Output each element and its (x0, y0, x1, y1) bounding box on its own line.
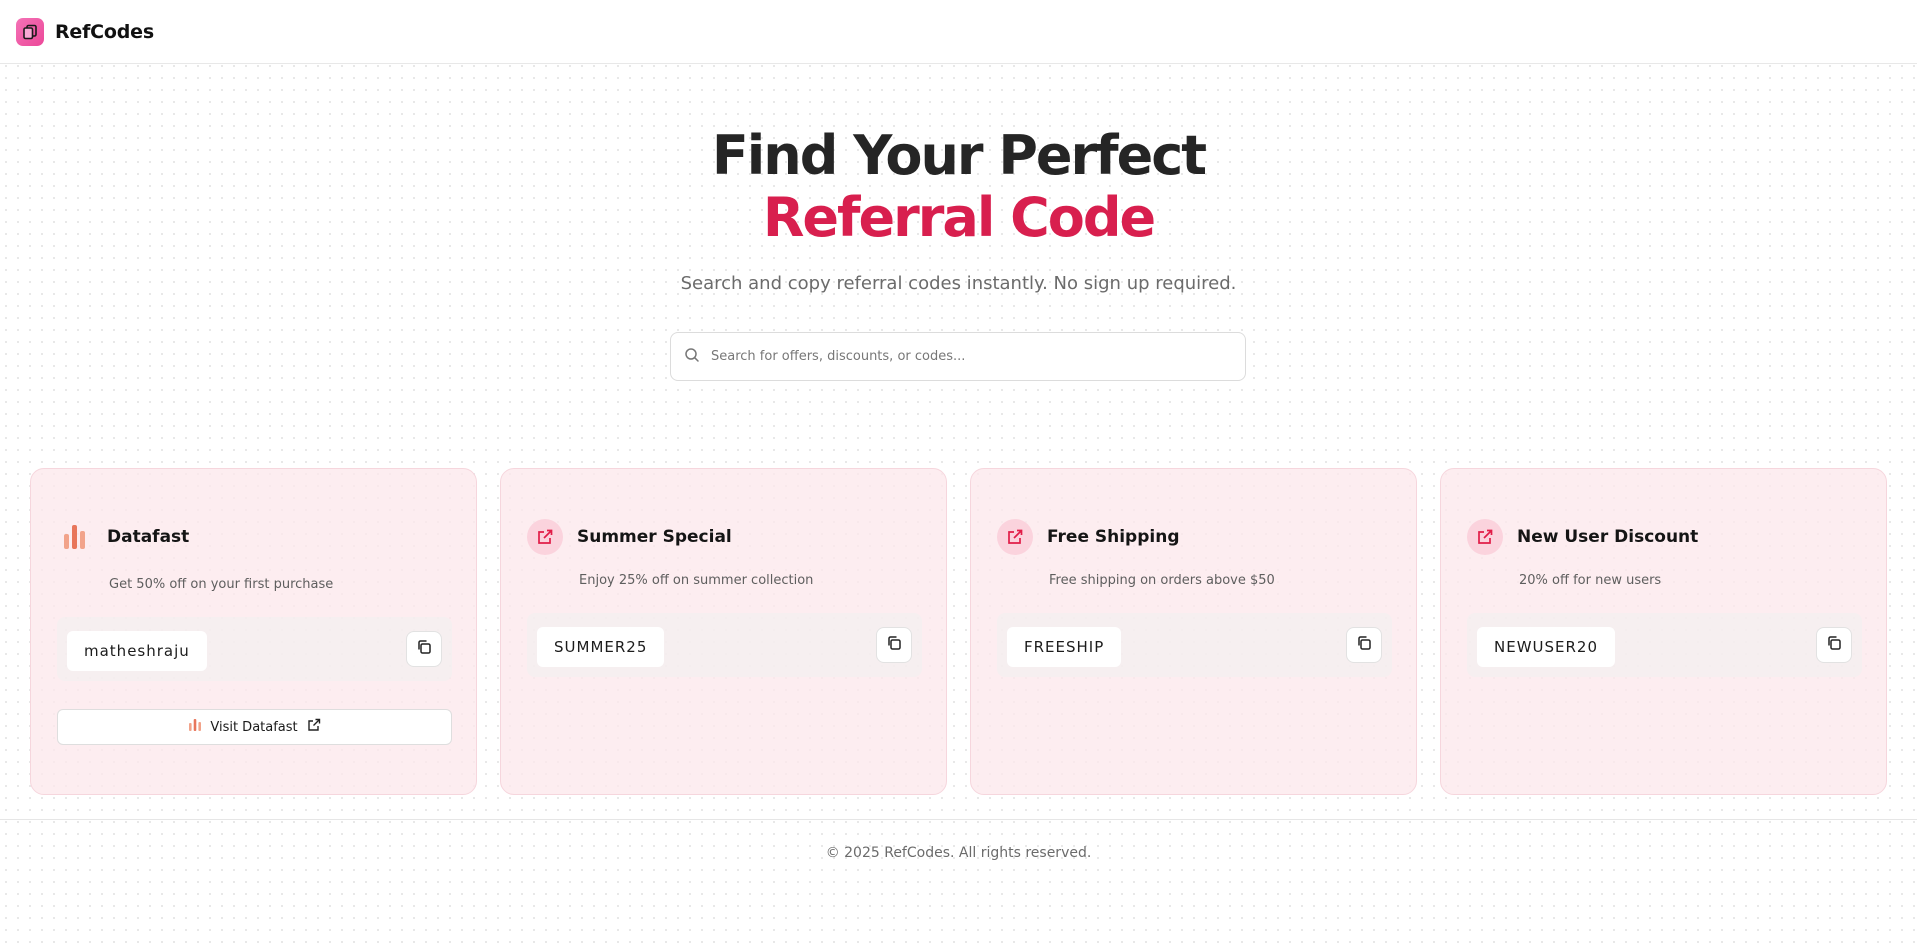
datafast-bars-icon (188, 718, 202, 736)
card-header: Datafast (57, 519, 189, 555)
external-link-icon (1467, 519, 1503, 555)
referral-card-datafast: Datafast Get 50% off on your first purch… (30, 468, 477, 795)
card-header: Free Shipping (997, 519, 1180, 555)
top-navbar: RefCodes (0, 0, 1917, 64)
card-header: New User Discount (1467, 519, 1698, 555)
copy-icon (1356, 635, 1372, 655)
card-description: Enjoy 25% off on summer collection (579, 573, 814, 588)
code-row: matheshraju (57, 617, 452, 681)
page-title: Find Your Perfect Referral Code (0, 125, 1917, 249)
brand-name[interactable]: RefCodes (55, 21, 154, 43)
footer-divider (0, 819, 1917, 820)
card-title: Datafast (107, 527, 190, 547)
search-icon (684, 347, 700, 367)
referral-code[interactable]: NEWUSER20 (1477, 627, 1616, 667)
card-title: New User Discount (1517, 527, 1699, 547)
card-description: Free shipping on orders above $50 (1049, 573, 1275, 588)
copy-button[interactable] (1346, 627, 1382, 663)
referral-code[interactable]: FREESHIP (1007, 627, 1122, 667)
copy-icon (1826, 635, 1842, 655)
copy-button[interactable] (1816, 627, 1852, 663)
code-row: FREESHIP (997, 613, 1392, 677)
copy-button[interactable] (406, 631, 442, 667)
referral-card-summer-special: Summer Special Enjoy 25% off on summer c… (500, 468, 947, 795)
search-bar[interactable] (670, 332, 1246, 381)
card-description: 20% off for new users (1519, 573, 1662, 588)
card-description: Get 50% off on your first purchase (109, 577, 334, 592)
search-input[interactable] (711, 349, 1231, 364)
hero-section: Find Your Perfect Referral Code Search a… (0, 125, 1917, 295)
visit-datafast-button[interactable]: Visit Datafast (57, 709, 452, 745)
card-title: Summer Special (577, 527, 732, 547)
code-row: NEWUSER20 (1467, 613, 1862, 677)
hero-subtitle: Search and copy referral codes instantly… (680, 273, 1237, 294)
card-header: Summer Special (527, 519, 732, 555)
document-copy-icon[interactable] (16, 17, 44, 46)
datafast-bars-icon (57, 519, 93, 555)
footer-copyright: © 2025 RefCodes. All rights reserved. (825, 845, 1092, 861)
copy-icon (886, 635, 902, 655)
code-row: SUMMER25 (527, 613, 922, 677)
copy-button[interactable] (876, 627, 912, 663)
title-line-2: Referral Code (762, 186, 1156, 249)
referral-code[interactable]: matheshraju (67, 631, 207, 671)
copy-icon (416, 639, 432, 659)
external-link-icon (997, 519, 1033, 555)
external-link-icon (307, 718, 321, 736)
card-title: Free Shipping (1047, 527, 1180, 547)
referral-card-new-user-discount: New User Discount 20% off for new users … (1440, 468, 1887, 795)
referral-card-free-shipping: Free Shipping Free shipping on orders ab… (970, 468, 1417, 795)
visit-button-label: Visit Datafast (210, 719, 298, 735)
title-line-1: Find Your Perfect (711, 124, 1207, 187)
external-link-icon (527, 519, 563, 555)
referral-code[interactable]: SUMMER25 (537, 627, 665, 667)
